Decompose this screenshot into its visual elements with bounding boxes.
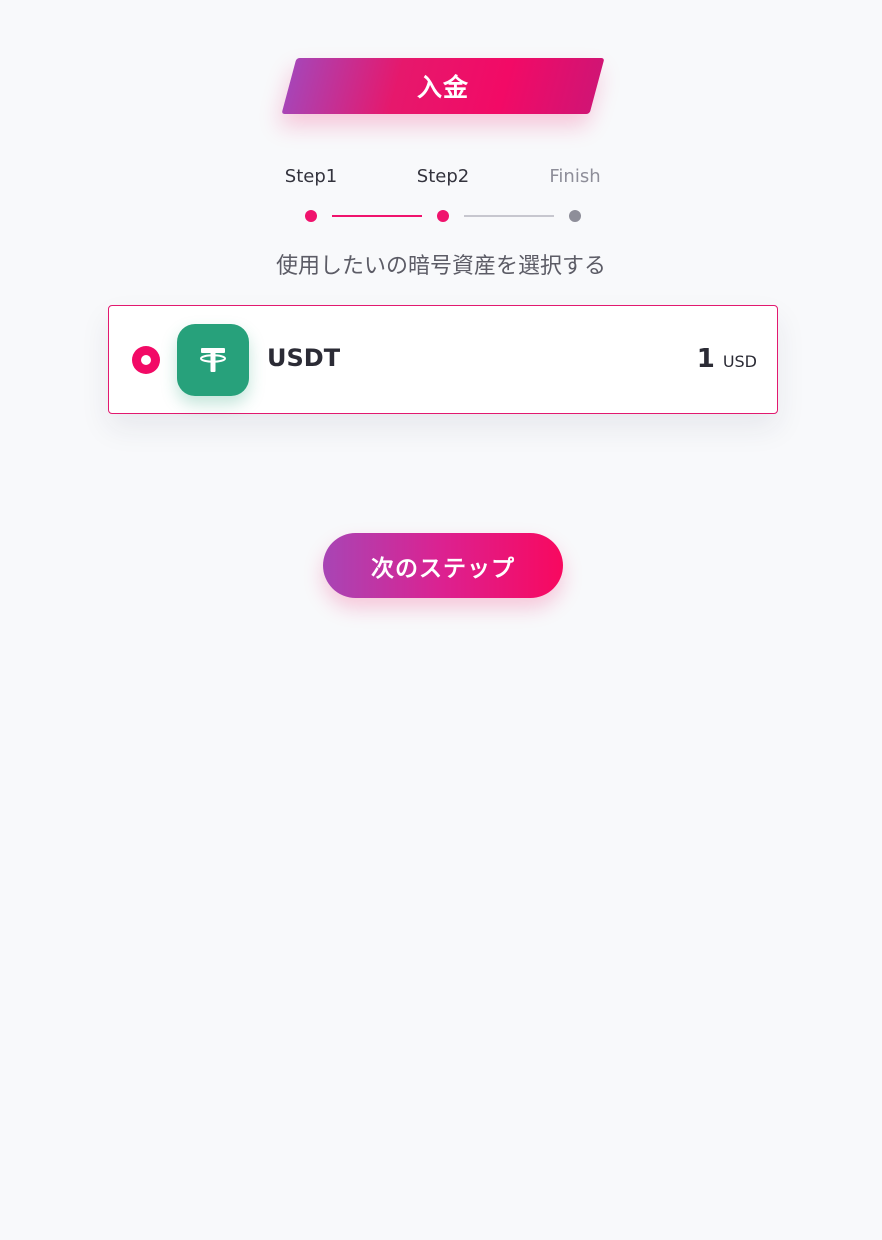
step-label-2: Step2 [416, 166, 470, 187]
step-dot-2 [437, 210, 449, 222]
next-step-button[interactable]: 次のステップ [323, 533, 563, 598]
asset-option-usdt[interactable]: USDT 1 USD [108, 305, 778, 414]
section-subtitle: 使用したいの暗号資産を選択する [275, 254, 606, 279]
deposit-page: 入金 Step1 Step2 Finish 使用したいの暗号資産を選択する US… [0, 0, 882, 1240]
radio-dot [141, 355, 151, 365]
step-connector-1 [332, 215, 422, 217]
asset-amount-value: 1 [696, 344, 715, 374]
step-dot-finish [569, 210, 581, 222]
step-label-1: Step1 [284, 166, 338, 187]
step-dot-1 [305, 210, 317, 222]
asset-amount-unit: USD [722, 352, 757, 371]
asset-radio-selected[interactable] [132, 346, 160, 374]
step-label-finish: Finish [549, 166, 601, 187]
tether-icon [177, 324, 249, 396]
title-banner: 入金 [281, 58, 605, 114]
asset-amount: 1 USD [697, 344, 757, 374]
step-connector-2 [464, 215, 554, 217]
asset-symbol: USDT [267, 344, 341, 372]
page-title: 入金 [416, 73, 469, 102]
